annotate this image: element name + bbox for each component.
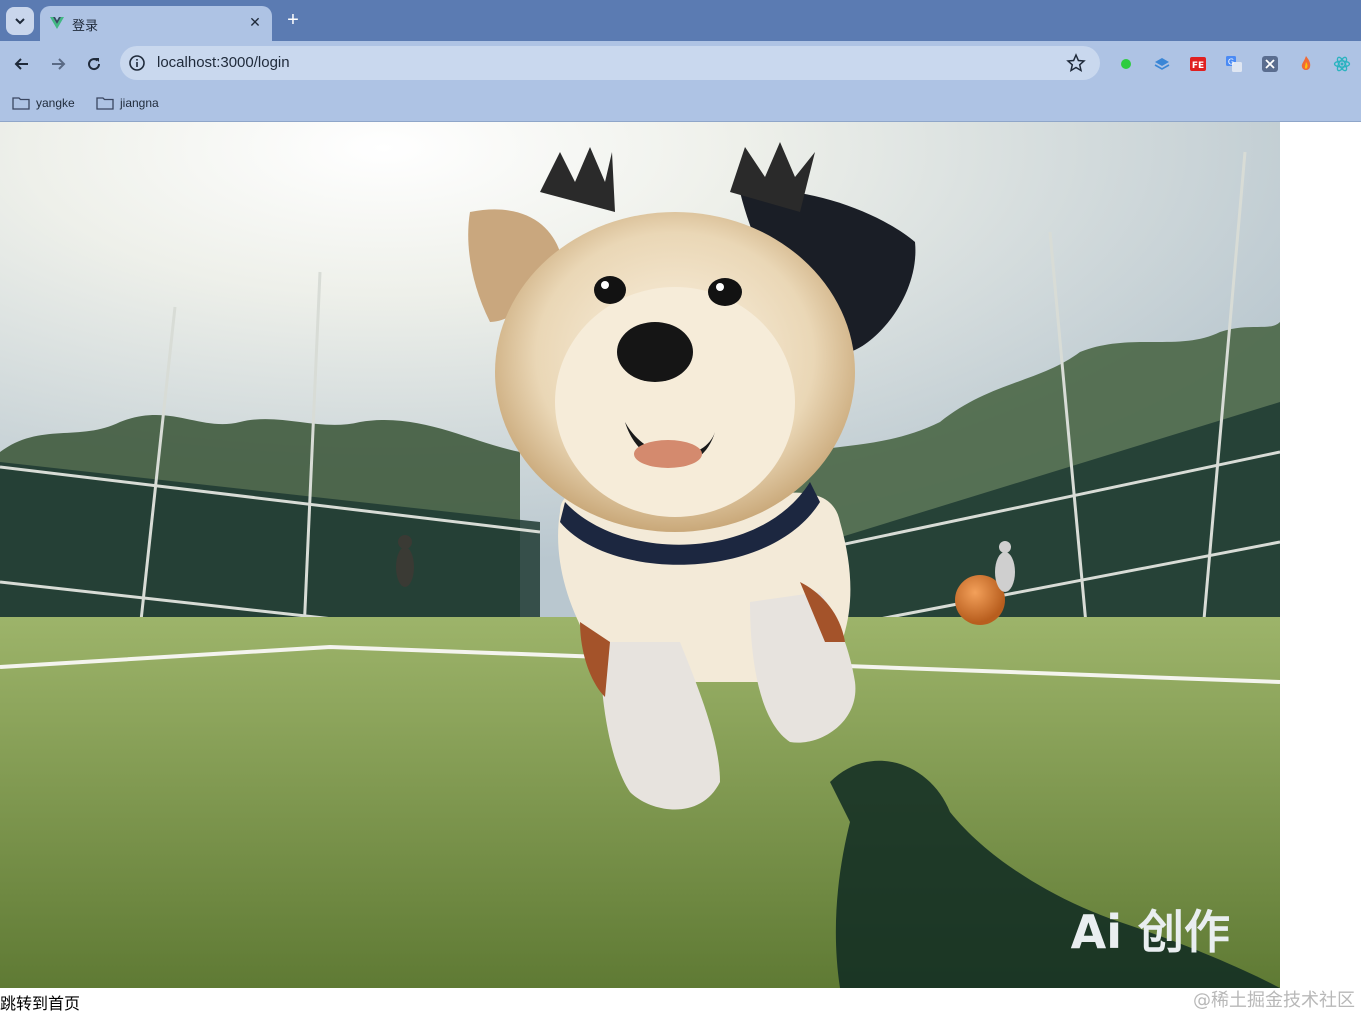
address-bar[interactable]: localhost:3000/login bbox=[120, 46, 1100, 80]
svg-text:G: G bbox=[1228, 58, 1234, 67]
info-icon[interactable] bbox=[128, 54, 146, 72]
extension-fe-icon[interactable]: FE bbox=[1188, 54, 1208, 74]
vue-favicon-icon bbox=[50, 17, 64, 29]
forward-button[interactable] bbox=[44, 50, 72, 78]
hero-image: Ai 创作 bbox=[0, 122, 1280, 988]
back-arrow-icon bbox=[14, 58, 28, 70]
extension-translate-icon[interactable]: G bbox=[1224, 54, 1244, 74]
bookmark-label: jiangna bbox=[120, 96, 159, 110]
watermark: @稀土掘金技术社区 bbox=[1193, 990, 1355, 1011]
extension-layers-icon[interactable] bbox=[1152, 54, 1172, 74]
chevron-down-icon bbox=[15, 18, 25, 25]
close-icon[interactable]: ✕ bbox=[246, 13, 264, 31]
bookmark-jiangna[interactable]: jiangna bbox=[96, 93, 159, 113]
reload-button[interactable] bbox=[80, 50, 108, 78]
extension-flame-icon[interactable] bbox=[1296, 54, 1316, 74]
bookmarks-bar: yangke jiangna bbox=[0, 86, 1361, 122]
browser-toolbar: localhost:3000/login FE G bbox=[0, 41, 1361, 86]
page-viewport: Ai 创作 跳转到首页 @稀土掘金技术社区 bbox=[0, 122, 1361, 1014]
tab-title: 登录 bbox=[72, 19, 99, 34]
tab-strip: 登录 ✕ + bbox=[0, 0, 1361, 41]
svg-text:FE: FE bbox=[1192, 61, 1204, 71]
bookmark-yangke[interactable]: yangke bbox=[12, 93, 75, 113]
tab-search-button[interactable] bbox=[6, 7, 34, 35]
reload-icon bbox=[88, 58, 101, 71]
extension-x-icon[interactable] bbox=[1260, 54, 1280, 74]
star-icon[interactable] bbox=[1066, 53, 1086, 73]
go-home-link[interactable]: 跳转到首页 bbox=[0, 990, 80, 1014]
folder-icon bbox=[12, 97, 30, 110]
active-tab[interactable]: 登录 ✕ bbox=[40, 6, 272, 41]
url-text[interactable]: localhost:3000/login bbox=[157, 54, 290, 71]
forward-arrow-icon bbox=[52, 58, 66, 70]
bookmark-label: yangke bbox=[36, 96, 75, 110]
extension-atom-icon[interactable] bbox=[1332, 54, 1352, 74]
extension-green-dot-icon[interactable] bbox=[1116, 54, 1136, 74]
plus-icon[interactable]: + bbox=[282, 9, 304, 31]
back-button[interactable] bbox=[8, 50, 36, 78]
folder-icon bbox=[96, 97, 114, 110]
hero-caption: Ai 创作 bbox=[1071, 905, 1230, 959]
